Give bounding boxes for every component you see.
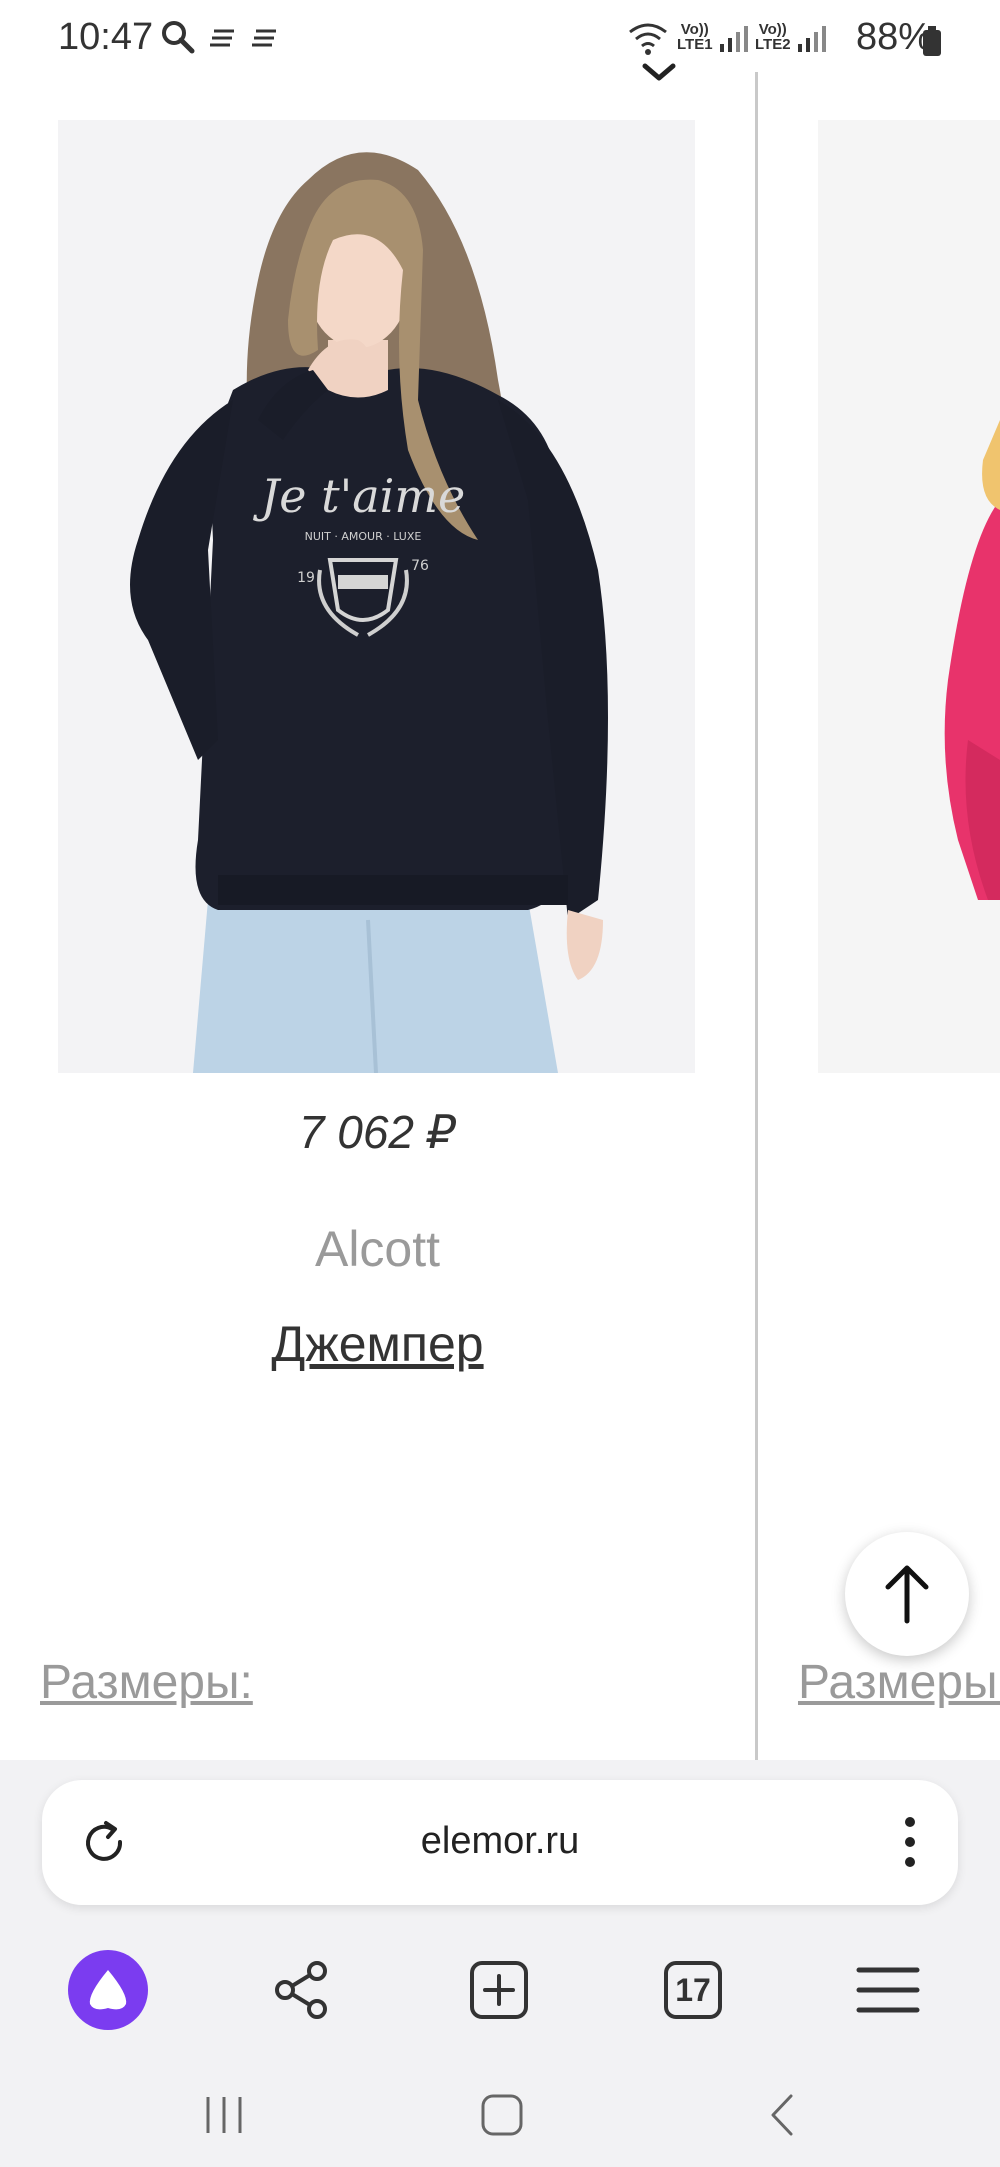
print-year-left: 19	[297, 570, 315, 586]
home-icon	[481, 2094, 523, 2136]
wifi-icon	[629, 23, 667, 55]
card-divider	[755, 72, 758, 1762]
plus-square-icon	[470, 1961, 528, 2019]
battery-percent: 88%	[855, 16, 932, 58]
share-icon	[275, 1961, 327, 2019]
product-brand: Alcott	[314, 1221, 441, 1277]
address-bar[interactable]: elemor.ru	[42, 1780, 958, 1905]
arrow-up-icon	[885, 1565, 929, 1624]
battery-icon	[923, 26, 941, 56]
browser-bottom-panel: elemor.ru 17	[0, 1760, 1000, 2167]
sizes-link-2[interactable]: Размеры:	[798, 1655, 1000, 1710]
new-tab-button[interactable]	[449, 1940, 549, 2040]
print-text: Je t'aime	[253, 469, 465, 523]
product-image[interactable]: Je t'aime NUIT · AMOUR · LUXE 19 76	[58, 120, 695, 1073]
back-icon	[771, 2094, 793, 2136]
status-bar: 10:47 Vo)) LTE1 Vo)) LTE2 88%	[0, 0, 1000, 80]
product-name-link[interactable]: Джемпер	[0, 1315, 755, 1373]
sizes-link[interactable]: Размеры:	[40, 1655, 253, 1710]
more-vertical-icon[interactable]	[902, 1814, 918, 1870]
print-subtext: NUIT · AMOUR · LUXE	[305, 530, 422, 543]
recent-apps-button[interactable]	[184, 2085, 264, 2145]
sim2-label: Vo)) LTE2	[755, 21, 791, 53]
tabs-button[interactable]: 17	[643, 1940, 743, 2040]
signal-icon	[798, 26, 826, 52]
share-button[interactable]	[252, 1940, 352, 2040]
alice-icon	[68, 1950, 148, 2030]
print-year-right: 76	[411, 558, 429, 574]
signal-icon	[720, 26, 748, 52]
notes-icon	[252, 29, 276, 47]
menu-button[interactable]	[838, 1940, 938, 2040]
status-time: 10:47	[58, 16, 154, 58]
back-button[interactable]	[742, 2085, 822, 2145]
product-image-2[interactable]	[818, 120, 1000, 1073]
url-text[interactable]: elemor.ru	[42, 1820, 958, 1863]
chevron-down-icon[interactable]	[641, 62, 677, 84]
home-button[interactable]	[462, 2085, 542, 2145]
tabs-icon: 17	[664, 1961, 722, 2019]
product-price: 7 062 ₽	[298, 1106, 457, 1158]
alice-assistant-button[interactable]	[58, 1940, 158, 2040]
tab-count: 17	[675, 1972, 711, 2008]
recent-apps-icon	[206, 2097, 242, 2133]
sim1-label: Vo)) LTE1	[677, 21, 713, 53]
notes-icon	[210, 29, 234, 47]
scroll-to-top-button[interactable]	[845, 1532, 969, 1656]
hamburger-icon	[856, 1967, 920, 2013]
search-icon	[162, 21, 195, 54]
